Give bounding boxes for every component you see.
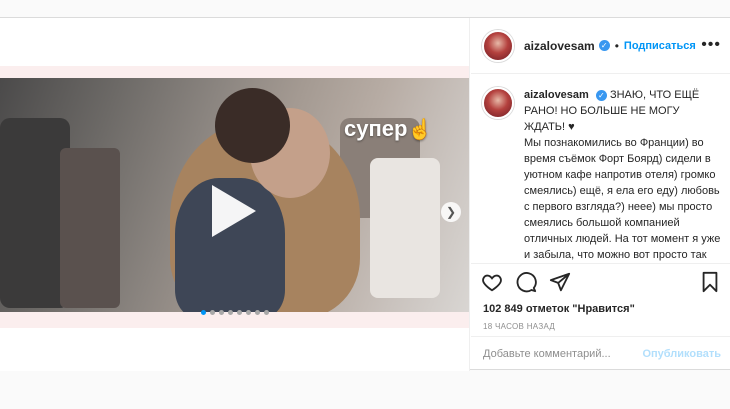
caption-text: Мы познакомились во Франции) во время съ… [524,137,721,261]
video-frame-shape [215,88,290,163]
caption-username[interactable]: aizalovesam [524,89,589,101]
carousel-dot [201,310,206,315]
author-username[interactable]: aizalovesam [524,39,595,53]
carousel-dot [210,310,215,315]
publish-button[interactable]: Опубликовать [642,348,721,360]
video-frame-shape [370,158,440,298]
caption: aizalovesam ✓ ЗНАЮ, ЧТО ЕЩЁ РАНО! НО БОЛ… [471,75,730,263]
video-frame-shape [60,148,120,308]
carousel-dot [255,310,260,315]
verified-badge-icon: ✓ [598,40,610,51]
video-sticker: супер☝ [344,116,432,142]
likes-count[interactable]: 102 849 отметок "Нравится" [483,303,635,315]
avatar[interactable] [482,87,514,119]
avatar[interactable] [482,29,514,62]
carousel-dot [228,310,233,315]
caption-body: aizalovesam ✓ ЗНАЮ, ЧТО ЕЩЁ РАНО! НО БОЛ… [524,87,721,263]
chevron-right-icon[interactable]: ❯ [441,202,461,222]
play-icon[interactable] [212,185,256,237]
hand-icon: ☝ [407,119,433,141]
carousel-dot [246,310,251,315]
follow-button[interactable]: Подписаться [624,40,696,52]
carousel-dot [219,310,224,315]
header-separator: • [614,38,619,53]
comment-form: Опубликовать [471,336,730,371]
comment-icon[interactable] [515,271,537,293]
action-bar [471,263,730,299]
comment-input[interactable] [483,348,643,360]
carousel-dot [237,310,242,315]
bookmark-icon[interactable] [699,271,721,293]
post-media: супер☝ ❯ [0,18,470,371]
post-timestamp[interactable]: 18 ЧАСОВ НАЗАД [483,322,555,331]
top-strip [0,0,730,18]
heart-icon[interactable] [481,271,503,293]
sticker-text: супер [344,116,408,141]
share-icon[interactable] [549,271,571,293]
post-card: супер☝ ❯ aizalovesam ✓ • Подписаться •••… [0,17,730,371]
more-options-button[interactable]: ••• [701,36,721,54]
post-sidebar: aizalovesam ✓ • Подписаться ••• aizalove… [471,18,730,371]
post-header: aizalovesam ✓ • Подписаться ••• [471,18,730,74]
verified-badge-icon: ✓ [595,89,607,101]
carousel-dot [264,310,269,315]
video-player[interactable]: супер☝ [0,78,469,312]
carousel-dots [0,310,469,316]
